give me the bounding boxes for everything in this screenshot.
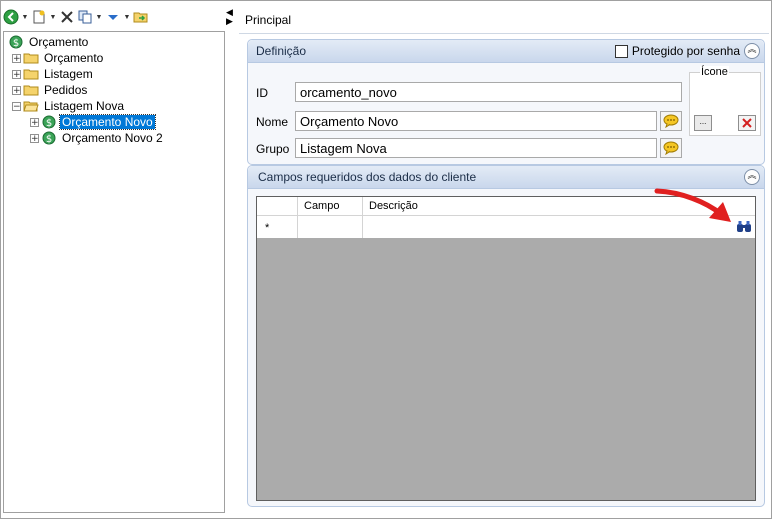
collapse-icon[interactable]: −	[12, 101, 21, 111]
copy-icon	[78, 10, 92, 24]
svg-text:$: $	[13, 38, 19, 49]
nome-input[interactable]	[295, 111, 657, 131]
speech-bubble-icon	[663, 141, 679, 155]
svg-text:$: $	[46, 134, 52, 145]
tree-root[interactable]: $ Orçamento	[8, 34, 165, 50]
expand-icon[interactable]: +	[30, 133, 39, 143]
column-header-campo[interactable]: Campo	[298, 197, 363, 215]
back-dropdown-icon[interactable]: ▼	[21, 7, 29, 27]
expand-right-icon[interactable]: ▶	[226, 17, 233, 26]
annotation-arrow-icon	[654, 188, 731, 222]
money-icon: $	[41, 131, 57, 145]
collapse-up-icon[interactable]: ︽	[744, 169, 760, 185]
copy-dropdown-icon[interactable]: ▼	[95, 7, 103, 27]
new-document-icon	[33, 10, 45, 24]
import-button[interactable]	[133, 7, 149, 27]
import-folder-icon	[133, 12, 148, 23]
tree-item[interactable]: + Pedidos	[8, 82, 165, 98]
speech-bubble-icon	[663, 114, 679, 128]
folder-icon	[23, 51, 39, 65]
back-icon	[3, 9, 19, 25]
tree-item-label: Pedidos	[44, 83, 88, 97]
tree-item[interactable]: + Listagem	[8, 66, 165, 82]
move-down-icon	[108, 15, 118, 20]
browse-icon-button[interactable]: ...	[694, 115, 712, 131]
new-dropdown-icon[interactable]: ▼	[49, 7, 57, 27]
tree-item-label: Listagem Nova	[44, 99, 125, 113]
collapse-up-icon[interactable]: ︽	[744, 43, 760, 59]
nome-label: Nome	[256, 115, 289, 129]
tree-item-label: Listagem	[44, 67, 93, 81]
campos-title: Campos requeridos dos dados do cliente	[258, 170, 477, 184]
folder-icon	[23, 67, 39, 81]
tree-item[interactable]: − Listagem Nova	[8, 98, 165, 114]
campos-grid[interactable]: Campo Descrição *	[256, 196, 756, 501]
main-window: ▼ ▼ ▼ ▼ $ Orçamento + Orçamento + Listag…	[0, 0, 772, 519]
tree-item[interactable]: + $ Orçamento Novo 2	[8, 130, 165, 146]
new-button[interactable]	[31, 7, 47, 27]
tree-root-label: Orçamento	[29, 35, 89, 49]
expand-icon[interactable]: +	[12, 69, 21, 79]
tree-item-label: Orçamento	[44, 51, 104, 65]
money-icon: $	[41, 115, 57, 129]
copy-button[interactable]	[77, 7, 93, 27]
grupo-label: Grupo	[256, 142, 290, 156]
delete-icon	[61, 11, 73, 23]
expand-icon[interactable]: +	[30, 117, 39, 127]
tree-item[interactable]: + Orçamento	[8, 50, 165, 66]
folder-open-icon	[23, 99, 39, 113]
grupo-input[interactable]	[295, 138, 657, 158]
svg-text:$: $	[46, 118, 52, 129]
expand-icon[interactable]: +	[12, 53, 21, 63]
remove-icon-button[interactable]	[738, 115, 756, 131]
new-row-marker: *	[257, 216, 298, 238]
definicao-group: Definição Protegido por senha ︽ ID Nome …	[247, 39, 765, 165]
grupo-translate-button[interactable]	[660, 138, 682, 158]
expand-icon[interactable]: +	[12, 85, 21, 95]
back-button[interactable]	[3, 7, 19, 27]
icone-box: Ícone ...	[689, 66, 761, 136]
cell-campo[interactable]	[298, 216, 363, 238]
id-label: ID	[256, 86, 268, 100]
content-area: Definição Protegido por senha ︽ ID Nome …	[239, 34, 769, 512]
icone-label: Ícone	[700, 66, 729, 78]
tree-item[interactable]: + $ Orçamento Novo	[8, 114, 165, 130]
row-header-corner	[257, 197, 298, 215]
protected-checkbox-wrap[interactable]: Protegido por senha	[614, 44, 740, 58]
tree-item-label: Orçamento Novo 2	[62, 131, 163, 145]
tree-view: $ Orçamento + Orçamento + Listagem + Pedidos −…	[8, 34, 165, 146]
id-input[interactable]	[295, 82, 682, 102]
tree-item-label: Orçamento Novo	[59, 114, 156, 130]
tree-panel: $ Orçamento + Orçamento + Listagem + Pedidos −…	[3, 31, 225, 513]
definicao-title: Definição	[256, 44, 307, 58]
close-icon	[742, 118, 752, 128]
delete-button[interactable]	[59, 7, 75, 27]
tree-toolbar: ▼ ▼ ▼ ▼	[3, 4, 223, 30]
folder-icon	[23, 83, 39, 97]
move-button[interactable]	[105, 7, 121, 27]
splitter[interactable]: ◀ ▶	[224, 1, 238, 518]
definicao-header: Definição Protegido por senha ︽	[248, 40, 764, 63]
protected-checkbox[interactable]	[614, 44, 628, 58]
protected-label: Protegido por senha	[631, 44, 740, 58]
nome-translate-button[interactable]	[660, 111, 682, 131]
move-dropdown-icon[interactable]: ▼	[123, 7, 131, 27]
tab-principal[interactable]: Principal	[245, 13, 291, 27]
money-icon: $	[8, 35, 24, 49]
tab-header: Principal	[239, 5, 769, 34]
